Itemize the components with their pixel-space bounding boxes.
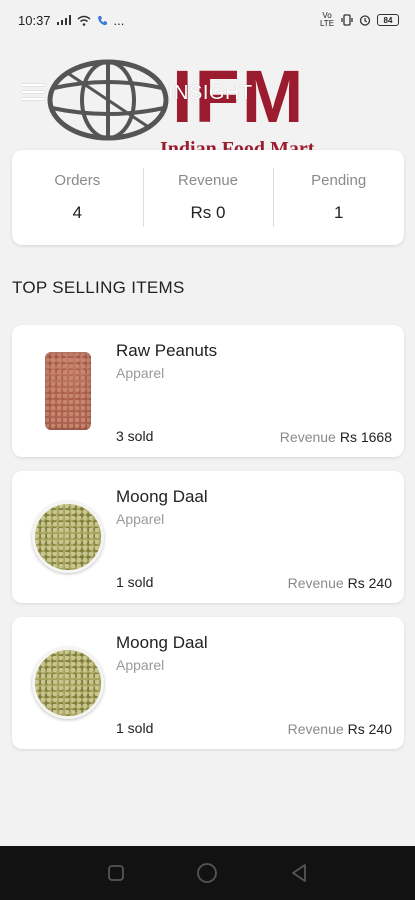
vibrate-icon bbox=[341, 14, 353, 26]
list-item[interactable]: Moong Daal Apparel 1 sold Revenue Rs 240 bbox=[12, 471, 404, 603]
stat-pending[interactable]: Pending 1 bbox=[273, 150, 404, 245]
item-revenue: Revenue Rs 240 bbox=[288, 721, 392, 737]
item-sold-count: 1 sold bbox=[116, 574, 154, 590]
globe-logo-icon bbox=[46, 58, 174, 142]
page-title: INSIGHT bbox=[168, 82, 253, 104]
phone-icon bbox=[97, 15, 108, 26]
circle-icon[interactable] bbox=[187, 853, 227, 893]
status-left: 10:37 ... bbox=[18, 13, 124, 28]
status-right: Vo LTE 84 bbox=[319, 12, 399, 28]
item-sold-count: 1 sold bbox=[116, 720, 154, 736]
item-name: Moong Daal bbox=[116, 633, 208, 652]
item-name: Moong Daal bbox=[116, 487, 208, 506]
stat-label: Orders bbox=[54, 172, 101, 189]
peanut-bag-image bbox=[30, 349, 106, 433]
top-selling-list: Raw Peanuts Apparel 3 sold Revenue Rs 166… bbox=[12, 325, 404, 763]
stat-label: Pending bbox=[311, 172, 367, 189]
item-revenue: Revenue Rs 240 bbox=[288, 575, 392, 591]
item-category: Apparel bbox=[116, 511, 165, 527]
stats-card: Orders 4 Revenue Rs 0 Pending 1 bbox=[12, 150, 404, 245]
stat-label: Revenue bbox=[177, 172, 239, 189]
status-bar: 10:37 ... Vo LTE 84 bbox=[0, 0, 415, 40]
more-notifications-icon: ... bbox=[113, 12, 125, 28]
stat-value: 4 bbox=[72, 203, 83, 222]
revenue-label: Revenue bbox=[287, 575, 344, 591]
system-nav-bar bbox=[0, 846, 415, 900]
daal-bowl-image bbox=[30, 641, 106, 725]
status-time: 10:37 bbox=[18, 12, 51, 28]
item-category: Apparel bbox=[116, 365, 165, 381]
item-revenue: Revenue Rs 1668 bbox=[280, 429, 392, 445]
item-category: Apparel bbox=[116, 657, 165, 673]
app-header: IFM INSIGHT Indian Food Mart bbox=[0, 40, 415, 152]
menu-hamburger-icon[interactable] bbox=[22, 84, 44, 100]
item-sold-count: 3 sold bbox=[116, 428, 154, 444]
revenue-value: Rs 240 bbox=[347, 575, 392, 591]
wifi-icon bbox=[77, 15, 91, 26]
revenue-value: Rs 240 bbox=[347, 721, 392, 737]
alarm-icon bbox=[359, 14, 371, 26]
daal-bowl-image bbox=[30, 495, 106, 579]
stat-orders[interactable]: Orders 4 bbox=[12, 150, 143, 245]
stat-value: 1 bbox=[333, 203, 344, 222]
revenue-label: Revenue bbox=[279, 429, 336, 445]
volte-label: Vo LTE bbox=[319, 11, 335, 28]
section-title: TOP SELLING ITEMS bbox=[12, 278, 185, 297]
item-name: Raw Peanuts bbox=[116, 341, 218, 360]
square-icon[interactable] bbox=[96, 853, 136, 893]
list-item[interactable]: Raw Peanuts Apparel 3 sold Revenue Rs 166… bbox=[12, 325, 404, 457]
list-item[interactable]: Moong Daal Apparel 1 sold Revenue Rs 240 bbox=[12, 617, 404, 749]
revenue-value: Rs 1668 bbox=[339, 429, 392, 445]
stat-revenue[interactable]: Revenue Rs 0 bbox=[142, 150, 274, 245]
battery-icon: 84 bbox=[377, 14, 399, 26]
stat-value: Rs 0 bbox=[190, 203, 226, 222]
revenue-label: Revenue bbox=[287, 721, 344, 737]
triangle-back-icon[interactable] bbox=[279, 853, 319, 893]
signal-icon bbox=[56, 15, 71, 25]
